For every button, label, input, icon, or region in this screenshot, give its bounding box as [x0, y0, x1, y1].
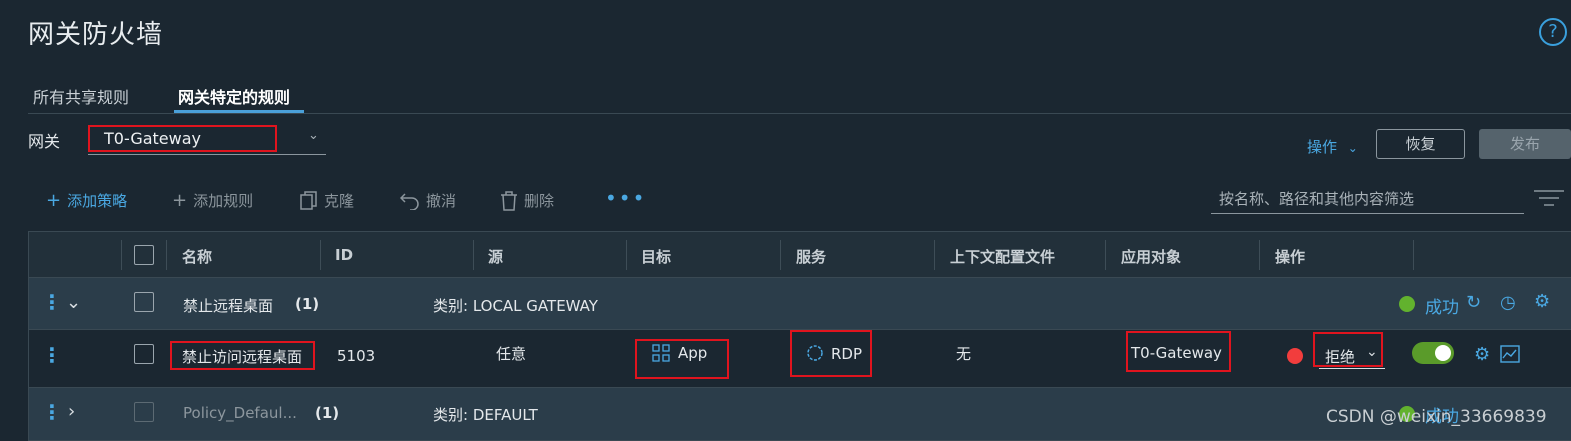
plus-icon: +: [46, 190, 62, 211]
highlight-box: [170, 341, 315, 370]
actions-label: 操作: [1307, 138, 1338, 156]
more-actions-button[interactable]: •••: [605, 186, 646, 210]
success-status-icon: [1399, 296, 1415, 312]
watermark: CSDN @weixin_33669839: [1326, 407, 1547, 427]
highlight-box: [1126, 331, 1231, 372]
highlight-box: [635, 339, 729, 379]
policy-category: 类别: LOCAL GATEWAY: [433, 297, 598, 315]
column-header-action[interactable]: 操作: [1275, 246, 1305, 267]
policy-status[interactable]: 成功: [1425, 293, 1459, 318]
undo-icon: [400, 192, 419, 210]
highlight-box: [1313, 332, 1383, 367]
policy-name: 禁止远程桌面: [183, 297, 274, 315]
rule-id: 5103: [337, 347, 376, 365]
actions-dropdown[interactable]: 操作 ⌄: [1307, 136, 1358, 157]
highlight-box: [88, 125, 277, 152]
column-header-source[interactable]: 源: [488, 246, 503, 267]
column-header-applied-to[interactable]: 应用对象: [1121, 246, 1181, 267]
add-rule-label: 添加规则: [193, 192, 254, 210]
row-checkbox[interactable]: [134, 344, 154, 364]
clone-icon: [300, 190, 317, 210]
kebab-menu-icon[interactable]: ⋮: [42, 290, 62, 314]
trash-icon: [501, 190, 517, 211]
add-rule-button[interactable]: + 添加规则: [172, 190, 253, 211]
filter-icon[interactable]: [1534, 190, 1564, 211]
policy-category: 类别: DEFAULT: [433, 406, 538, 424]
chevron-down-icon[interactable]: ⌄: [308, 128, 319, 143]
tab-shared-rules[interactable]: 所有共享规则: [33, 84, 129, 108]
reject-indicator-icon: [1287, 348, 1303, 364]
active-tab-indicator: [174, 110, 304, 113]
chevron-right-icon[interactable]: ›: [68, 401, 75, 422]
kebab-menu-icon[interactable]: ⋮: [42, 400, 62, 424]
undo-button[interactable]: 撤消: [400, 190, 456, 211]
chevron-down-icon[interactable]: ⌄: [66, 292, 81, 313]
column-header-id[interactable]: ID: [335, 246, 353, 264]
revert-button[interactable]: 恢复: [1376, 129, 1465, 159]
select-all-checkbox[interactable]: [134, 245, 154, 265]
column-header-context-profile[interactable]: 上下文配置文件: [950, 246, 1055, 267]
policy-rule-count: (1): [295, 295, 320, 313]
refresh-icon[interactable]: ↻: [1466, 292, 1481, 313]
row-checkbox[interactable]: [134, 292, 154, 312]
gear-icon[interactable]: ⚙: [1534, 291, 1550, 312]
add-policy-label: 添加策略: [67, 192, 128, 210]
column-header-destination[interactable]: 目标: [641, 246, 671, 267]
history-icon[interactable]: ◷: [1500, 292, 1516, 313]
help-icon[interactable]: ?: [1539, 18, 1567, 46]
clone-label: 克隆: [324, 192, 355, 210]
delete-button[interactable]: 删除: [500, 190, 554, 211]
publish-button[interactable]: 发布: [1479, 129, 1571, 159]
add-policy-button[interactable]: + 添加策略: [46, 190, 127, 211]
delete-label: 删除: [524, 192, 555, 210]
rule-context-profile[interactable]: 无: [956, 343, 971, 364]
tab-gateway-specific-rules[interactable]: 网关特定的规则: [178, 84, 290, 108]
highlight-box: [790, 330, 872, 377]
kebab-menu-icon[interactable]: ⋮: [42, 343, 62, 367]
undo-label: 撤消: [426, 192, 457, 210]
chevron-down-icon: ⌄: [1347, 141, 1358, 155]
clone-button[interactable]: 克隆: [300, 190, 354, 211]
plus-icon: +: [172, 190, 188, 211]
gear-icon[interactable]: ⚙: [1474, 344, 1490, 365]
rule-enabled-toggle[interactable]: [1412, 342, 1454, 364]
policy-name: Policy_Defaul...: [183, 404, 297, 422]
policy-rule-count: (1): [315, 404, 340, 422]
row-checkbox[interactable]: [134, 402, 154, 422]
stats-icon[interactable]: [1500, 345, 1520, 367]
column-header-service[interactable]: 服务: [796, 246, 826, 267]
column-header-name[interactable]: 名称: [182, 246, 212, 267]
rule-source[interactable]: 任意: [496, 343, 526, 364]
tab-divider: [28, 113, 1571, 114]
filter-input[interactable]: 按名称、路径和其他内容筛选: [1211, 184, 1524, 214]
page-title: 网关防火墙: [28, 20, 164, 50]
gateway-label: 网关: [28, 132, 61, 151]
